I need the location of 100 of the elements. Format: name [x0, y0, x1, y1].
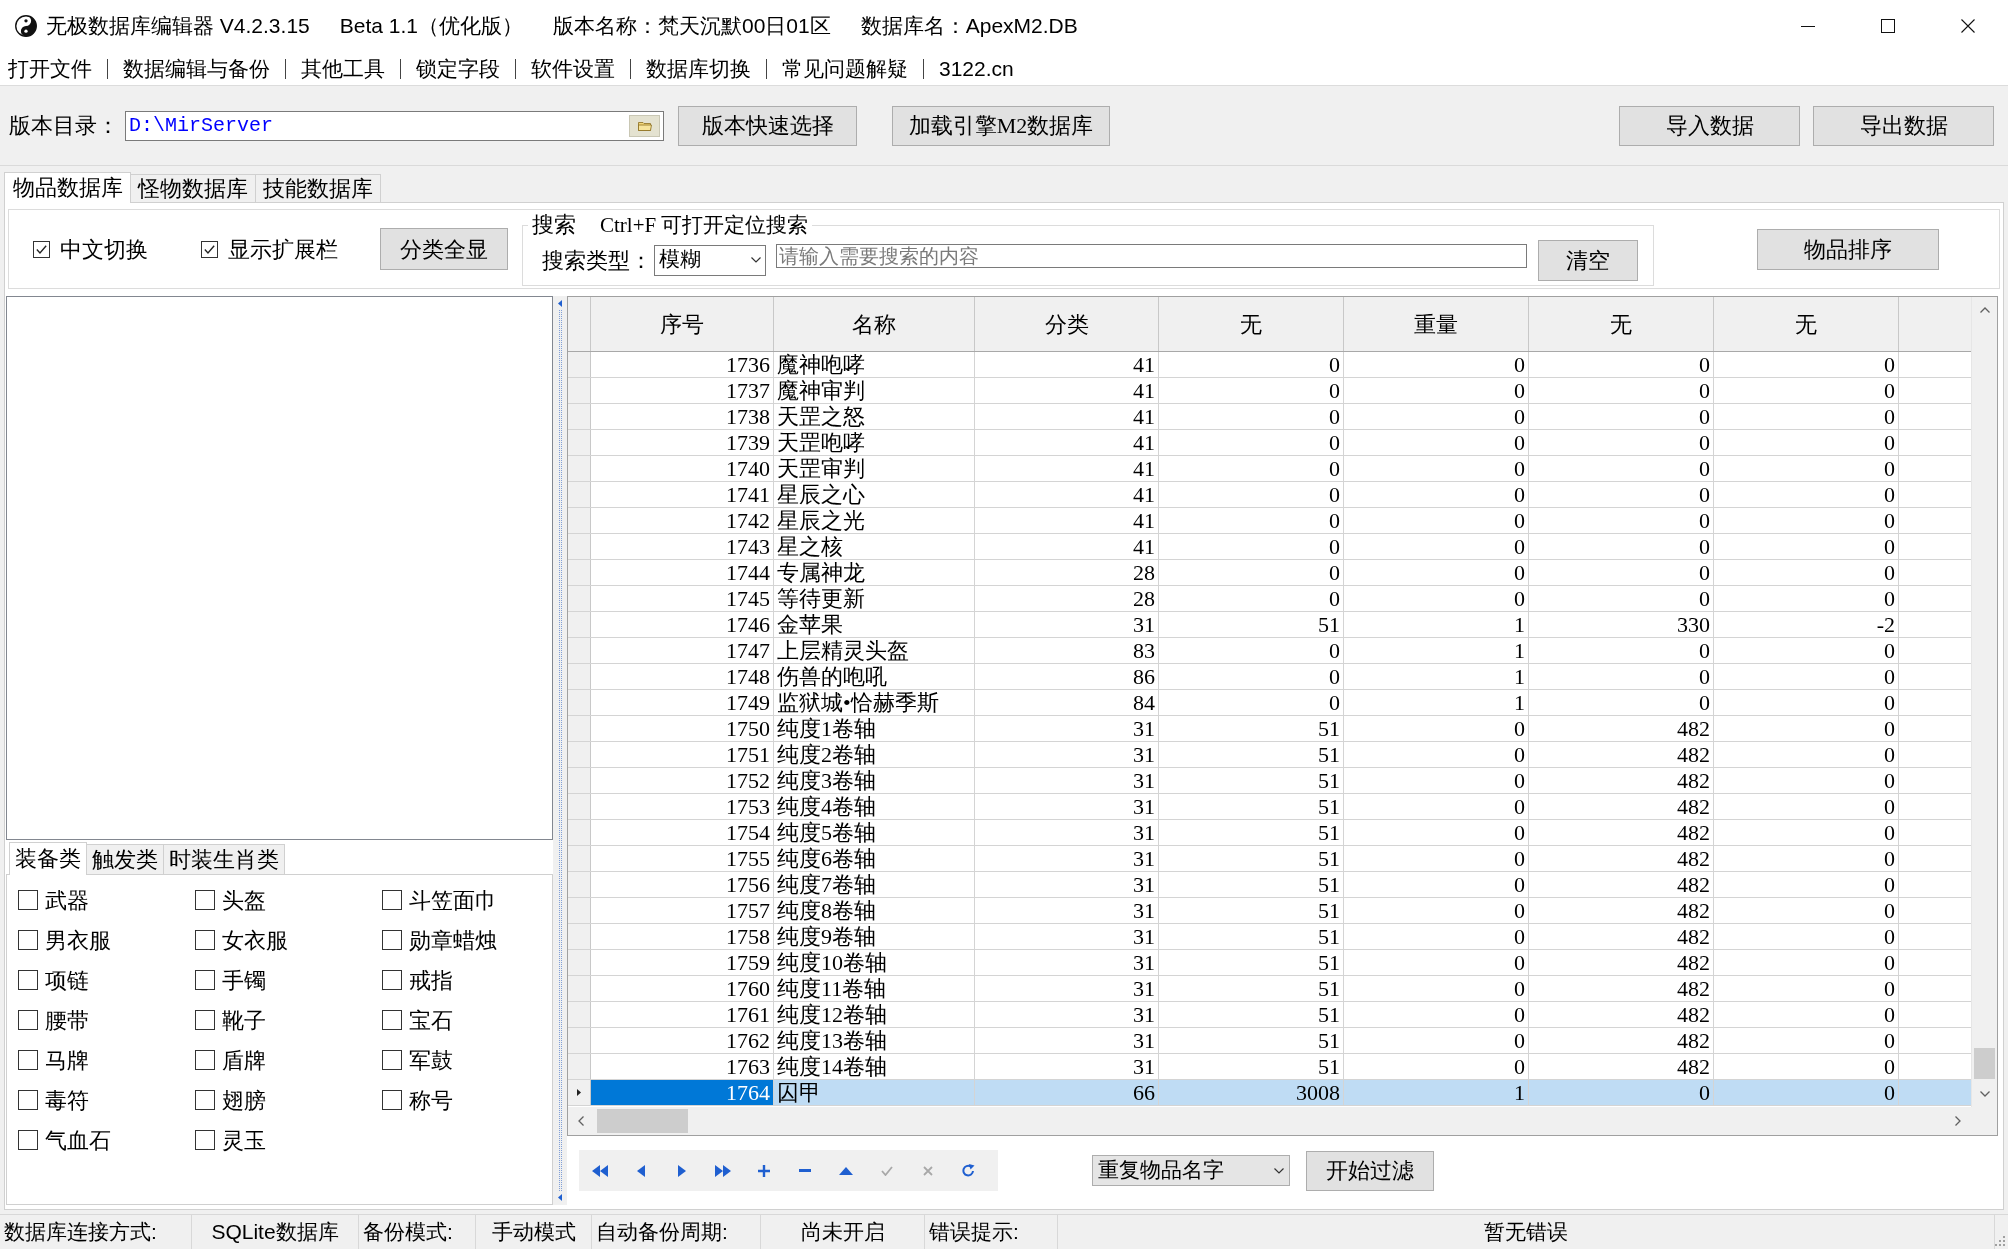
- table-row[interactable]: 1737 魔神审判 41 0 0 0 0: [568, 378, 1971, 404]
- column-header[interactable]: 序号: [591, 297, 774, 351]
- tab[interactable]: 怪物数据库: [131, 174, 256, 202]
- checkbox[interactable]: [195, 1130, 215, 1150]
- column-header[interactable]: 无: [1159, 297, 1344, 351]
- checkbox[interactable]: [195, 930, 215, 950]
- table-row[interactable]: 1760 纯度11卷轴 31 51 0 482 0: [568, 976, 1971, 1002]
- checkbox[interactable]: [195, 1010, 215, 1030]
- quick-select-button[interactable]: 版本快速选择: [678, 105, 857, 146]
- checkbox[interactable]: [18, 930, 38, 950]
- tab[interactable]: 触发类: [87, 844, 164, 874]
- column-header[interactable]: 无: [1529, 297, 1714, 351]
- table-row[interactable]: 1738 天罡之怒 41 0 0 0 0: [568, 404, 1971, 430]
- sort-button[interactable]: 物品排序: [1757, 228, 1939, 270]
- table-row[interactable]: 1739 天罡咆哮 41 0 0 0 0: [568, 430, 1971, 456]
- column-header[interactable]: 名称: [774, 297, 975, 351]
- checkbox[interactable]: [18, 1130, 38, 1150]
- table-row[interactable]: 1752 纯度3卷轴 31 51 0 482 0: [568, 768, 1971, 794]
- scroll-thumb[interactable]: [1974, 1048, 1995, 1079]
- table-row[interactable]: 1754 纯度5卷轴 31 51 0 482 0: [568, 820, 1971, 846]
- table-cell: 31: [975, 742, 1159, 767]
- splitter[interactable]: [553, 296, 567, 1205]
- load-database-button[interactable]: 加载引擎M2数据库: [892, 105, 1110, 146]
- table-row[interactable]: 1751 纯度2卷轴 31 51 0 482 0: [568, 742, 1971, 768]
- checkbox[interactable]: [382, 930, 402, 950]
- table-cell: 0: [1714, 456, 1899, 481]
- table-row[interactable]: 1757 纯度8卷轴 31 51 0 482 0: [568, 898, 1971, 924]
- menu-item[interactable]: 数据库切换: [646, 54, 751, 83]
- checkbox[interactable]: [382, 1050, 402, 1070]
- checkbox[interactable]: [201, 240, 218, 258]
- table-cell: 监狱城•恰赫季斯: [774, 690, 975, 715]
- row-header[interactable]: [568, 1080, 591, 1105]
- table-cell: 0: [1714, 950, 1899, 975]
- table-row[interactable]: 1745 等待更新 28 0 0 0 0: [568, 586, 1971, 612]
- column-header[interactable]: 重量: [1344, 297, 1529, 351]
- checkbox[interactable]: [382, 890, 402, 910]
- table-row[interactable]: 1743 星之核 41 0 0 0 0: [568, 534, 1971, 560]
- column-header[interactable]: 分类: [975, 297, 1159, 351]
- checkbox[interactable]: [382, 1090, 402, 1110]
- import-button[interactable]: 导入数据: [1619, 105, 1800, 146]
- table-cell: 83: [975, 638, 1159, 663]
- table-row[interactable]: 1746 金苹果 31 51 1 330 -2: [568, 612, 1971, 638]
- tab[interactable]: 时装生肖类: [164, 844, 285, 874]
- menu-item[interactable]: 软件设置: [531, 54, 615, 83]
- column-header[interactable]: 无: [1714, 297, 1899, 351]
- export-button[interactable]: 导出数据: [1813, 105, 1994, 146]
- checkbox[interactable]: [382, 1010, 402, 1030]
- table-row[interactable]: 1755 纯度6卷轴 31 51 0 482 0: [568, 846, 1971, 872]
- table-row[interactable]: 1764 囚甲 66 3008 1 0 0: [568, 1080, 1971, 1106]
- table-row[interactable]: 1748 伤兽的咆吼 86 0 1 0 0: [568, 664, 1971, 690]
- checkbox[interactable]: [195, 970, 215, 990]
- table-row[interactable]: 1747 上层精灵头盔 83 0 1 0 0: [568, 638, 1971, 664]
- start-filter-button[interactable]: 开始过滤: [1306, 1150, 1434, 1191]
- checkbox-label: 气血石: [45, 1126, 111, 1155]
- checkbox[interactable]: [195, 1090, 215, 1110]
- table-row[interactable]: 1742 星辰之光 41 0 0 0 0: [568, 508, 1971, 534]
- table-row[interactable]: 1736 魔神咆哮 41 0 0 0 0: [568, 352, 1971, 378]
- tab[interactable]: 装备类: [9, 842, 87, 875]
- item-list[interactable]: [6, 296, 553, 840]
- menu-item[interactable]: 锁定字段: [416, 54, 500, 83]
- checkbox[interactable]: [33, 240, 50, 258]
- vertical-scrollbar[interactable]: [1971, 297, 1997, 1107]
- search-field[interactable]: 请输入需要搜索的内容: [776, 244, 1527, 268]
- table-row[interactable]: 1762 纯度13卷轴 31 51 0 482 0: [568, 1028, 1971, 1054]
- filter-dropdown[interactable]: 重复物品名字: [1092, 1155, 1290, 1186]
- horizontal-scrollbar[interactable]: [568, 1107, 1997, 1135]
- menu-item[interactable]: 数据编辑与备份: [123, 54, 270, 83]
- scroll-thumb[interactable]: [597, 1109, 688, 1133]
- table-row[interactable]: 1763 纯度14卷轴 31 51 0 482 0: [568, 1054, 1971, 1080]
- path-field[interactable]: D:\MirServer: [125, 110, 664, 141]
- table-row[interactable]: 1756 纯度7卷轴 31 51 0 482 0: [568, 872, 1971, 898]
- checkbox[interactable]: [195, 1050, 215, 1070]
- checkbox[interactable]: [382, 970, 402, 990]
- table-row[interactable]: 1740 天罡审判 41 0 0 0 0: [568, 456, 1971, 482]
- table-row[interactable]: 1741 星辰之心 41 0 0 0 0: [568, 482, 1971, 508]
- menu-item[interactable]: 3122.cn: [939, 54, 1014, 83]
- menu-item[interactable]: 其他工具: [301, 54, 385, 83]
- checkbox[interactable]: [18, 1050, 38, 1070]
- tab[interactable]: 技能数据库: [256, 174, 381, 202]
- menu-item[interactable]: 常见问题解疑: [782, 54, 908, 83]
- tab[interactable]: 物品数据库: [4, 172, 131, 203]
- show-all-button[interactable]: 分类全显: [380, 228, 508, 270]
- table-row[interactable]: 1749 监狱城•恰赫季斯 84 0 1 0 0: [568, 690, 1971, 716]
- table-row[interactable]: 1759 纯度10卷轴 31 51 0 482 0: [568, 950, 1971, 976]
- checkbox[interactable]: [18, 890, 38, 910]
- search-type-dropdown[interactable]: 模糊: [654, 244, 766, 276]
- table-row[interactable]: 1753 纯度4卷轴 31 51 0 482 0: [568, 794, 1971, 820]
- table-row[interactable]: 1744 专属神龙 28 0 0 0 0: [568, 560, 1971, 586]
- browse-button[interactable]: [629, 114, 660, 137]
- table-row[interactable]: 1750 纯度1卷轴 31 51 0 482 0: [568, 716, 1971, 742]
- table-row[interactable]: 1758 纯度9卷轴 31 51 0 482 0: [568, 924, 1971, 950]
- menu-item[interactable]: 打开文件: [8, 54, 92, 83]
- clear-button[interactable]: 清空: [1538, 239, 1638, 281]
- checkbox[interactable]: [18, 970, 38, 990]
- table-row[interactable]: 1761 纯度12卷轴 31 51 0 482 0: [568, 1002, 1971, 1028]
- checkbox[interactable]: [18, 1010, 38, 1030]
- table-cell: 1762: [591, 1028, 774, 1053]
- table-cell: 482: [1529, 950, 1714, 975]
- checkbox[interactable]: [18, 1090, 38, 1110]
- checkbox[interactable]: [195, 890, 215, 910]
